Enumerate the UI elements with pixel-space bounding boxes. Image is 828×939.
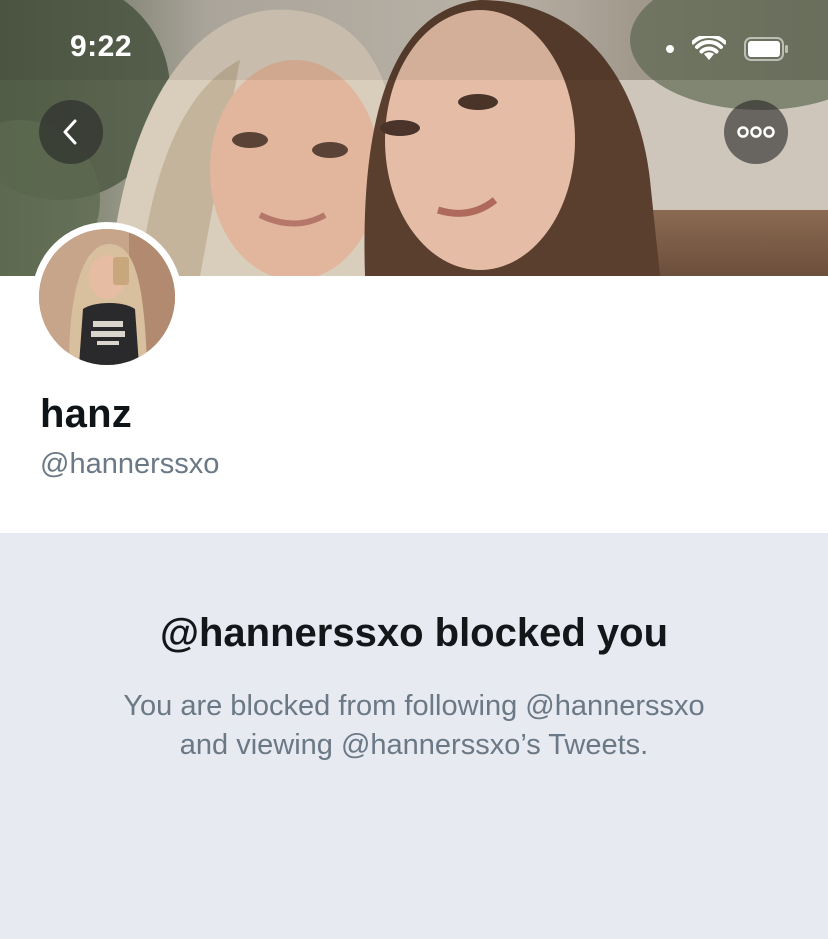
- avatar-photo: [39, 229, 175, 365]
- signal-dot-icon: [666, 45, 674, 53]
- profile-handle: @hannerssxo: [40, 448, 220, 480]
- avatar-border: [32, 222, 182, 372]
- profile-screen: 9:22 hanz @hannerssxo @hannerssxo blocke…: [0, 0, 828, 939]
- more-options-button[interactable]: [724, 100, 788, 164]
- profile-display-name: hanz: [40, 392, 132, 436]
- battery-icon: [744, 37, 790, 61]
- chevron-left-icon: [63, 119, 77, 145]
- back-button[interactable]: [39, 100, 103, 164]
- avatar[interactable]: [39, 229, 175, 365]
- blocked-notice-panel: @hannerssxo blocked you You are blocked …: [0, 533, 828, 939]
- blocked-title: @hannerssxo blocked you: [159, 611, 669, 655]
- status-time: 9:22: [70, 30, 133, 63]
- status-icons: [666, 36, 790, 62]
- blocked-description-line-1: You are blocked from following @hannerss…: [123, 690, 705, 722]
- blocked-description-line-2: and viewing @hannerssxo’s Tweets.: [179, 729, 649, 761]
- blocked-description: You are blocked from following @hannerss…: [60, 687, 768, 765]
- wifi-icon: [692, 36, 726, 62]
- more-dots-icon: [737, 126, 775, 138]
